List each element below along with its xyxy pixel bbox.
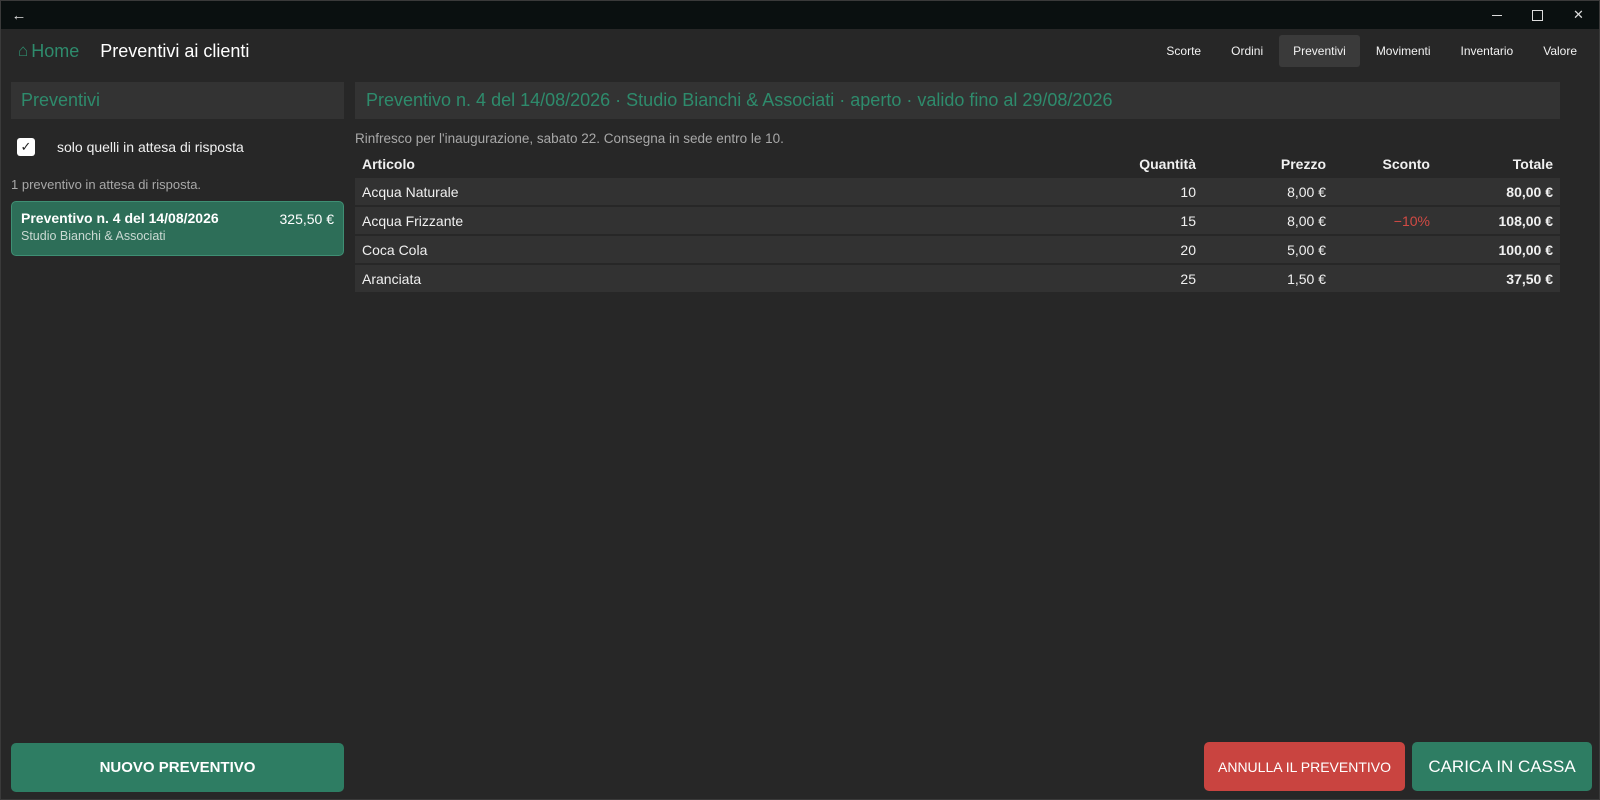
col-header-price: Prezzo (1280, 156, 1326, 172)
close-icon[interactable]: ✕ (1558, 1, 1599, 29)
nav-tabs: Scorte Ordini Preventivi Movimenti Inven… (1152, 35, 1591, 67)
maximize-icon[interactable] (1517, 1, 1558, 29)
cell-price: 8,00 € (1287, 212, 1326, 229)
pending-filter-checkbox[interactable]: ✓ (17, 138, 35, 156)
home-link[interactable]: ⌂ Home (18, 41, 79, 62)
tab-preventivi[interactable]: Preventivi (1279, 35, 1360, 67)
load-to-register-button[interactable]: CARICA IN CASSA (1412, 742, 1592, 791)
table-row[interactable]: Acqua Naturale 10 8,00 € 80,00 € (355, 178, 1560, 205)
quote-list-item[interactable]: Preventivo n. 4 del 14/08/2026 325,50 € … (11, 201, 344, 256)
app-header: ⌂ Home Preventivi ai clienti Scorte Ordi… (1, 29, 1599, 73)
cell-total: 37,50 € (1506, 270, 1553, 287)
cell-total: 80,00 € (1506, 183, 1553, 200)
table-row[interactable]: Coca Cola 20 5,00 € 100,00 € (355, 236, 1560, 263)
cell-price: 8,00 € (1287, 183, 1326, 200)
cell-discount: −10% (1393, 212, 1430, 229)
window-controls: ✕ (1476, 1, 1599, 29)
cell-quantity: 10 (1180, 183, 1196, 200)
cell-total: 100,00 € (1498, 241, 1554, 258)
cell-total: 108,00 € (1498, 212, 1554, 229)
table-header-row: Articolo Quantità Prezzo Sconto Totale (355, 152, 1560, 176)
minimize-icon[interactable] (1476, 1, 1517, 29)
tab-valore[interactable]: Valore (1529, 35, 1591, 67)
col-header-total: Totale (1512, 156, 1553, 172)
page-title: Preventivi ai clienti (100, 40, 250, 61)
cell-price: 1,50 € (1287, 270, 1326, 287)
cell-article: Acqua Frizzante (362, 212, 464, 229)
table-row[interactable]: Aranciata 25 1,50 € 37,50 € (355, 265, 1560, 292)
cell-article: Acqua Naturale (362, 183, 459, 200)
col-header-discount: Sconto (1382, 156, 1430, 172)
app-window: ← ✕ ⌂ Home Preventivi ai clienti Scorte … (0, 0, 1600, 800)
cell-quantity: 20 (1180, 241, 1196, 258)
tab-scorte[interactable]: Scorte (1152, 35, 1215, 67)
quote-notes: Rinfresco per l'inaugurazione, sabato 22… (355, 131, 784, 146)
tab-movimenti[interactable]: Movimenti (1362, 35, 1445, 67)
pending-count-text: 1 preventivo in attesa di risposta. (11, 177, 202, 192)
home-icon: ⌂ (18, 41, 29, 60)
tab-inventario[interactable]: Inventario (1447, 35, 1528, 67)
quotes-list-header: Preventivi (11, 82, 344, 119)
cell-article: Coca Cola (362, 241, 428, 258)
table-row[interactable]: Acqua Frizzante 15 8,00 € −10% 108,00 € (355, 207, 1560, 234)
quote-detail-header: Preventivo n. 4 del 14/08/2026 · Studio … (355, 82, 1560, 119)
title-bar: ← ✕ (1, 1, 1599, 29)
cancel-quote-button[interactable]: ANNULLA IL PREVENTIVO (1204, 742, 1405, 791)
cell-quantity: 25 (1180, 270, 1196, 287)
new-quote-button[interactable]: NUOVO PREVENTIVO (11, 743, 344, 792)
quote-lines-table: Articolo Quantità Prezzo Sconto Totale A… (355, 152, 1560, 294)
home-label: Home (31, 40, 80, 61)
col-header-article: Articolo (362, 156, 415, 172)
col-header-quantity: Quantità (1139, 156, 1196, 172)
pending-filter-label[interactable]: solo quelli in attesa di risposta (57, 139, 244, 155)
cell-quantity: 15 (1180, 212, 1196, 229)
cell-price: 5,00 € (1287, 241, 1326, 258)
quote-amount: 325,50 € (279, 211, 335, 227)
quote-client: Studio Bianchi & Associati (21, 229, 166, 243)
back-arrow-icon[interactable]: ← (1, 1, 37, 29)
tab-ordini[interactable]: Ordini (1217, 35, 1277, 67)
cell-article: Aranciata (362, 270, 422, 287)
filter-row: ✓ solo quelli in attesa di risposta (17, 138, 244, 156)
